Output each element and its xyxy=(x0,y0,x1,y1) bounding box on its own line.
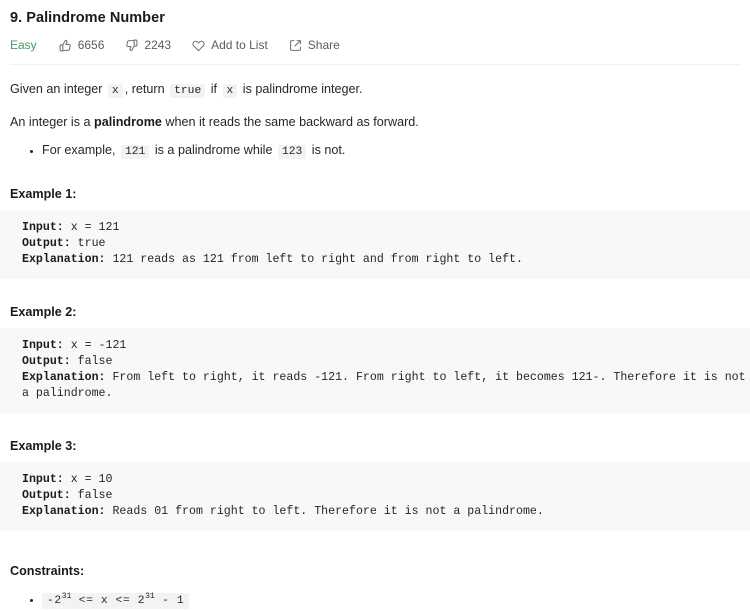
likes-count: 6656 xyxy=(77,38,105,52)
description-paragraph-2: An integer is a palindrome when it reads… xyxy=(10,114,740,131)
input-label: Input: xyxy=(22,221,64,234)
palindrome-term: palindrome xyxy=(94,115,162,129)
output-label: Output: xyxy=(22,355,71,368)
problem-page: 9. Palindrome Number Easy 6656 2243 Add … xyxy=(0,0,750,609)
description-paragraph-1: Given an integer x, return true if x is … xyxy=(10,81,740,100)
constraint-exponent-1: 31 xyxy=(61,592,72,602)
output-value: false xyxy=(70,355,113,368)
desc-text: Given an integer xyxy=(10,82,106,96)
share-button[interactable]: Share xyxy=(289,38,340,52)
example-1-codeblock: Input: x = 121 Output: true Explanation:… xyxy=(0,210,750,279)
problem-meta-row: Easy 6656 2243 Add to List Share xyxy=(0,27,750,55)
list-item: -231 <= x <= 231 - 1 xyxy=(42,590,740,610)
bullet-text: For example, xyxy=(42,143,119,157)
input-value: x = 10 xyxy=(63,473,113,486)
constraint-middle: <= x <= 2 xyxy=(71,595,146,607)
inline-code-x: x xyxy=(107,84,123,98)
output-value: true xyxy=(70,237,106,250)
constraint-expression: -231 <= x <= 231 - 1 xyxy=(42,592,190,609)
output-label: Output: xyxy=(22,237,71,250)
desc-text: An integer is a xyxy=(10,115,95,129)
constraint-exponent-2: 31 xyxy=(145,592,155,602)
explanation-label: Explanation: xyxy=(22,253,106,266)
thumbs-down-icon xyxy=(125,39,138,52)
input-value: x = -121 xyxy=(63,339,127,352)
constraint-prefix: -2 xyxy=(47,595,62,607)
output-label: Output: xyxy=(22,489,71,502)
inline-code-121: 121 xyxy=(121,145,150,159)
desc-text: when it reads the same backward as forwa… xyxy=(161,115,419,129)
constraints-heading: Constraints: xyxy=(10,564,85,578)
explanation-value: 121 reads as 121 from left to right and … xyxy=(105,253,523,266)
example-3-codeblock: Input: x = 10 Output: false Explanation:… xyxy=(0,462,750,531)
heart-icon xyxy=(192,39,205,52)
list-item: For example, 121 is a palindrome while 1… xyxy=(42,142,740,161)
constraints-list: -231 <= x <= 231 - 1 xyxy=(10,590,740,610)
add-to-list-label: Add to List xyxy=(211,38,268,52)
page-title: 9. Palindrome Number xyxy=(10,10,165,26)
add-to-list-button[interactable]: Add to List xyxy=(192,38,268,52)
inline-code-x: x xyxy=(222,84,238,98)
header-divider xyxy=(10,64,740,65)
thumbs-up-icon xyxy=(59,39,72,52)
desc-text: , return xyxy=(124,82,169,96)
explanation-label: Explanation: xyxy=(22,371,106,384)
constraint-suffix: - 1 xyxy=(154,595,185,607)
desc-text: is palindrome integer. xyxy=(239,82,363,96)
dislikes-count: 2243 xyxy=(144,38,172,52)
input-label: Input: xyxy=(22,473,64,486)
input-label: Input: xyxy=(22,339,64,352)
bullet-text: is not. xyxy=(308,143,346,157)
inline-code-true: true xyxy=(170,84,206,98)
explanation-value: Reads 01 from right to left. Therefore i… xyxy=(105,505,544,518)
example-2-heading: Example 2: xyxy=(10,305,77,319)
input-value: x = 121 xyxy=(63,221,120,234)
bullet-text: is a palindrome while xyxy=(151,143,276,157)
explanation-value: From left to right, it reads -121. From … xyxy=(22,371,746,400)
explanation-label: Explanation: xyxy=(22,505,106,518)
example-3-heading: Example 3: xyxy=(10,439,77,453)
inline-code-123: 123 xyxy=(277,145,307,159)
dislikes-button[interactable]: 2243 xyxy=(125,38,171,52)
share-icon xyxy=(289,39,302,52)
difficulty-badge: Easy xyxy=(10,38,37,52)
likes-button[interactable]: 6656 xyxy=(59,38,105,52)
output-value: false xyxy=(70,489,113,502)
share-label: Share xyxy=(307,38,340,52)
desc-text: if xyxy=(207,82,221,96)
example-2-codeblock: Input: x = -121 Output: false Explanatio… xyxy=(0,328,750,413)
example-1-heading: Example 1: xyxy=(10,187,77,201)
problem-content: Given an integer x, return true if x is … xyxy=(0,81,750,610)
description-bullet-list: For example, 121 is a palindrome while 1… xyxy=(10,142,740,161)
